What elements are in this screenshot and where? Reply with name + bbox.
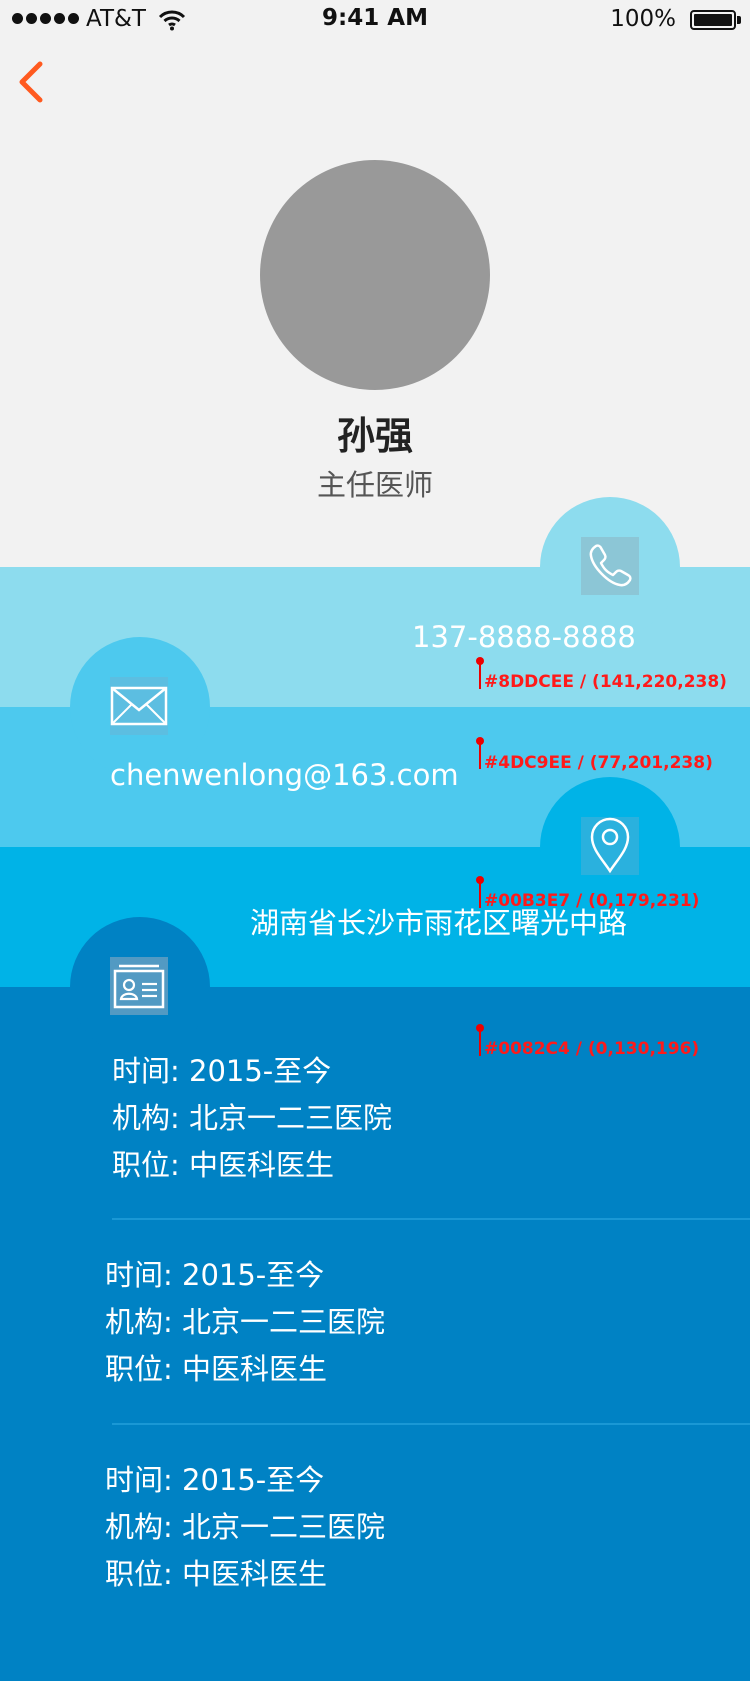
email-address[interactable]: chenwenlong@163.com — [110, 758, 459, 792]
divider — [112, 1423, 750, 1425]
position-label: 职位: — [105, 1352, 173, 1386]
position-value: 中医科医生 — [189, 1148, 335, 1182]
org-value: 北京一二三医院 — [182, 1510, 386, 1544]
annotation-pin — [479, 880, 481, 908]
time-label: 时间: — [105, 1258, 173, 1292]
list-item: 时间: 2015-至今 机构: 北京一二三医院 职位: 中医科医生 — [112, 1048, 392, 1189]
back-chevron-icon — [19, 61, 43, 103]
experience-time: 时间: 2015-至今 — [105, 1252, 385, 1299]
color-swatch-label: #0082C4 / (0,130,196) — [484, 1039, 700, 1059]
id-card-icon — [110, 957, 168, 1015]
battery-icon — [690, 10, 736, 30]
color-swatch-label: #4DC9EE / (77,201,238) — [484, 753, 713, 773]
annotation-pin — [479, 741, 481, 769]
experience-org: 机构: 北京一二三医院 — [112, 1095, 392, 1142]
time-value: 2015-至今 — [182, 1258, 325, 1292]
org-label: 机构: — [112, 1101, 180, 1135]
experience-position: 职位: 中医科医生 — [112, 1142, 392, 1189]
avatar[interactable] — [260, 160, 490, 390]
org-label: 机构: — [105, 1305, 173, 1339]
phone-number[interactable]: 137-8888-8888 — [412, 620, 636, 654]
experience-position: 职位: 中医科医生 — [105, 1346, 385, 1393]
phone-icon[interactable] — [581, 537, 639, 595]
experience-org: 机构: 北京一二三医院 — [105, 1504, 385, 1551]
position-value: 中医科医生 — [182, 1557, 328, 1591]
time-label: 时间: — [105, 1463, 173, 1497]
mail-icon[interactable] — [110, 677, 168, 735]
experience-org: 机构: 北京一二三医院 — [105, 1299, 385, 1346]
back-button[interactable] — [14, 58, 46, 106]
list-item: 时间: 2015-至今 机构: 北京一二三医院 职位: 中医科医生 — [105, 1457, 385, 1598]
position-label: 职位: — [105, 1557, 173, 1591]
annotation-pin — [479, 661, 481, 689]
org-value: 北京一二三医院 — [189, 1101, 393, 1135]
location-pin-icon[interactable] — [581, 817, 639, 875]
color-swatch-label: #00B3E7 / (0,179,231) — [484, 891, 700, 911]
experience-time: 时间: 2015-至今 — [105, 1457, 385, 1504]
org-value: 北京一二三医院 — [182, 1305, 386, 1339]
time-label: 时间: — [112, 1054, 180, 1088]
list-item: 时间: 2015-至今 机构: 北京一二三医院 职位: 中医科医生 — [105, 1252, 385, 1393]
doctor-title: 主任医师 — [316, 468, 433, 502]
experience-time: 时间: 2015-至今 — [112, 1048, 392, 1095]
status-bar: AT&T 9:41 AM 100% — [0, 0, 750, 40]
color-swatch-label: #8DDCEE / (141,220,238) — [484, 672, 727, 692]
time-value: 2015-至今 — [189, 1054, 332, 1088]
experience-position: 职位: 中医科医生 — [105, 1551, 385, 1598]
annotation-pin — [479, 1028, 481, 1056]
org-label: 机构: — [105, 1510, 173, 1544]
doctor-name: 孙强 — [336, 414, 413, 458]
position-value: 中医科医生 — [182, 1352, 328, 1386]
battery-tip — [737, 16, 741, 24]
divider — [112, 1218, 750, 1220]
position-label: 职位: — [112, 1148, 180, 1182]
battery-percentage: 100% — [610, 6, 676, 32]
time-value: 2015-至今 — [182, 1463, 325, 1497]
